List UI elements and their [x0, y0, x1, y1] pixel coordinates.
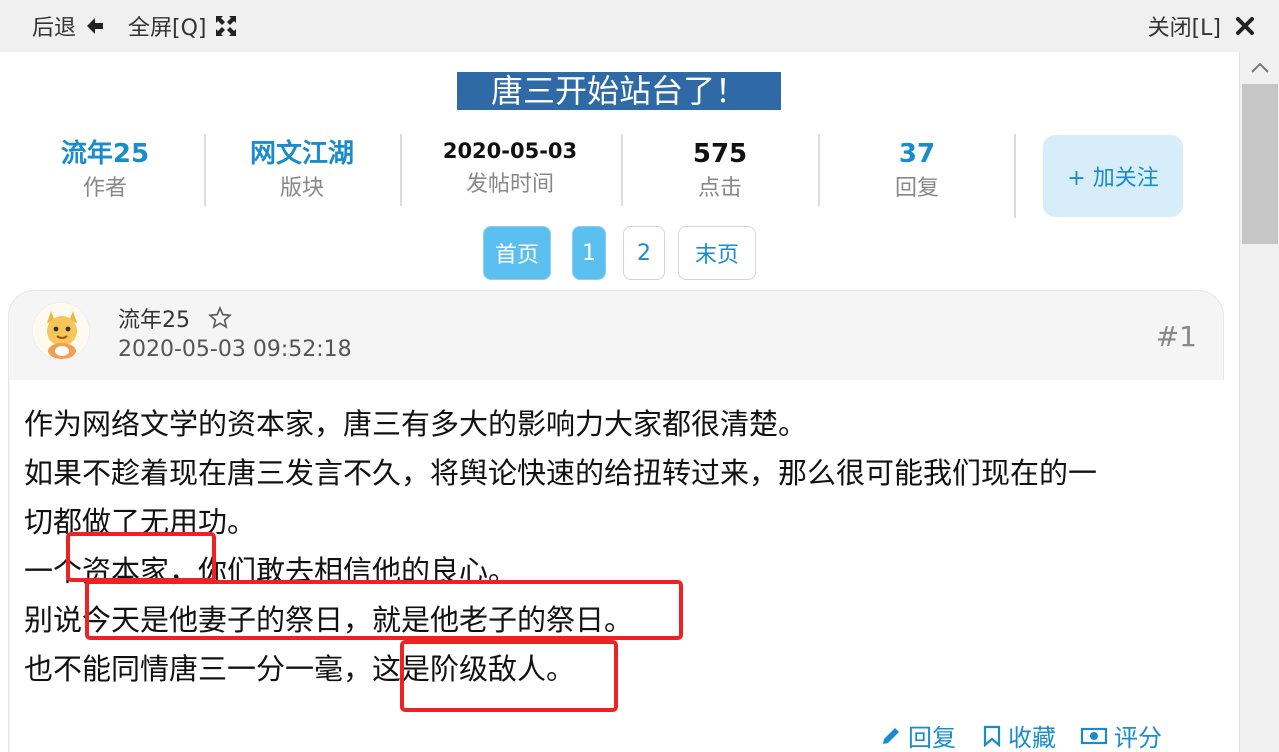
expand-icon — [216, 16, 237, 36]
chevron-up-icon — [1251, 62, 1269, 73]
close-label: 关闭[L] — [1147, 16, 1221, 41]
content-line: 作为网络文学的资本家，唐三有多大的影响力大家都很清楚。 — [24, 407, 808, 441]
post-author-name[interactable]: 流年25 — [118, 302, 190, 334]
reply-action[interactable]: 回复 — [880, 718, 956, 752]
fullscreen-label: 全屏[Q] — [128, 16, 207, 41]
author-label: 作者 — [82, 176, 127, 201]
views-value: 575 — [692, 139, 748, 169]
highlight-box — [85, 580, 683, 640]
post-date-label: 发帖时间 — [465, 172, 554, 197]
page-last-button[interactable]: 末页 — [678, 226, 756, 280]
content-line: 也不能同情唐三一分一毫，这是阶级敌人。 — [24, 652, 576, 686]
reply-label: 回复 — [908, 724, 956, 752]
stat-divider — [400, 134, 402, 206]
avatar-image-icon — [33, 303, 89, 359]
back-label: 后退 — [32, 16, 77, 41]
money-icon — [1080, 727, 1108, 744]
stat-board: 网文江湖 版块 — [227, 134, 377, 204]
content-line: 如果不趁着现在唐三发言不久，将舆论快速的给扭转过来，那么很可能我们现在的一 — [24, 456, 1098, 490]
thread-title: 唐三开始站台了！ — [456, 72, 781, 110]
highlight-box — [66, 532, 216, 582]
views-label: 点击 — [697, 176, 742, 201]
stat-author: 流年25 作者 — [30, 134, 180, 204]
page-first-button[interactable]: 首页 — [483, 226, 551, 280]
rate-label: 评分 — [1114, 724, 1162, 752]
back-button[interactable]: 后退 — [32, 10, 106, 42]
top-toolbar: 后退 全屏[Q] 关闭[L] — [0, 0, 1279, 52]
stat-views: 575 点击 — [645, 134, 795, 204]
page-2-button[interactable]: 2 — [623, 226, 665, 280]
highlight-box — [400, 640, 618, 712]
post-author: 流年25 — [118, 302, 232, 334]
avatar[interactable] — [32, 302, 90, 360]
fullscreen-button[interactable]: 全屏[Q] — [128, 10, 238, 42]
page-1-button[interactable]: 1 — [572, 226, 606, 280]
scroll-up-button[interactable] — [1240, 52, 1279, 84]
close-icon — [1236, 17, 1254, 35]
floor-number: #1 — [1155, 320, 1197, 353]
post-date-value: 2020-05-03 — [442, 139, 578, 163]
board-label: 版块 — [279, 176, 324, 201]
stat-replies: 37 回复 — [842, 134, 992, 204]
star-icon[interactable] — [208, 306, 232, 330]
favorite-label: 收藏 — [1008, 724, 1056, 752]
stat-divider — [204, 134, 206, 206]
stat-date: 2020-05-03 发帖时间 — [420, 134, 600, 200]
follow-button[interactable]: + 加关注 — [1043, 135, 1183, 217]
stat-divider — [1014, 134, 1016, 218]
author-link[interactable]: 流年25 — [30, 134, 180, 174]
pencil-icon — [883, 727, 899, 744]
favorite-action[interactable]: 收藏 — [982, 718, 1056, 752]
board-link[interactable]: 网文江湖 — [227, 134, 377, 174]
vertical-scrollbar[interactable] — [1239, 52, 1279, 752]
rate-action[interactable]: 评分 — [1080, 718, 1162, 752]
post-time: 2020-05-03 09:52:18 — [118, 337, 352, 362]
scroll-thumb[interactable] — [1242, 84, 1278, 244]
replies-label: 回复 — [894, 176, 939, 201]
stat-divider — [818, 134, 820, 206]
stat-divider — [621, 134, 623, 206]
bookmark-icon — [983, 725, 1001, 747]
thread-title-container: 唐三开始站台了！ — [0, 72, 1238, 110]
close-button[interactable]: 关闭[L] — [1148, 10, 1255, 42]
arrow-left-icon — [87, 18, 104, 34]
replies-value: 37 — [898, 139, 936, 169]
